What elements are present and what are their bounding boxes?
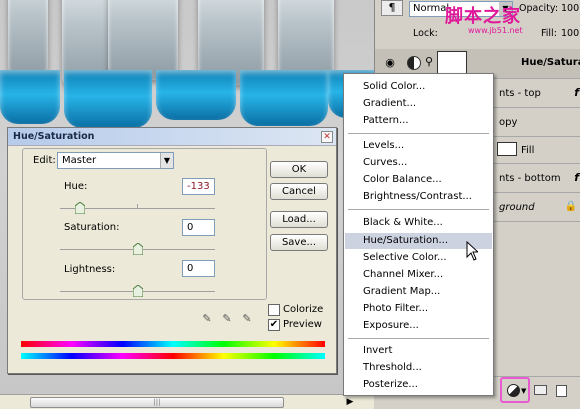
blue-liquid-drip — [0, 70, 60, 124]
blue-liquid-drip — [240, 70, 328, 126]
menu-item-gradient-map[interactable]: Gradient Map... — [345, 284, 492, 300]
colorize-checkbox[interactable] — [268, 304, 280, 316]
menu-item-exposure[interactable]: Exposure... — [345, 318, 492, 334]
menu-item-photo-filter[interactable]: Photo Filter... — [345, 301, 492, 317]
layer-name: Hue/Saturat — [521, 57, 580, 68]
menu-item-gradient[interactable]: Gradient... — [345, 96, 492, 112]
layer-name: opy — [499, 117, 518, 128]
preview-label: Preview — [283, 319, 322, 330]
adjustment-circle-icon — [507, 384, 520, 397]
menu-item-pattern[interactable]: Pattern... — [345, 113, 492, 129]
eyedropper-icon[interactable]: ✎ — [200, 312, 214, 326]
scroll-right-arrow-icon[interactable]: ▶ — [342, 396, 358, 408]
menu-item-curves[interactable]: Curves... — [345, 155, 492, 171]
menu-separator — [348, 338, 489, 339]
cancel-button[interactable]: Cancel — [270, 183, 328, 200]
save-button[interactable]: Save... — [270, 234, 328, 251]
opacity-value[interactable]: 100 — [561, 3, 579, 14]
lightness-slider-thumb[interactable] — [132, 285, 143, 297]
menu-item-solid-color[interactable]: Solid Color... — [345, 79, 492, 95]
hue-input-value: -133 — [187, 181, 210, 192]
opacity-label: Opacity: — [519, 3, 559, 14]
load-button[interactable]: Load... — [270, 211, 328, 228]
chain-icon[interactable]: ⚲ — [425, 55, 433, 68]
fill-label: Fill: — [541, 28, 557, 39]
ok-button[interactable]: OK — [270, 161, 328, 178]
saturation-input[interactable]: 0 — [182, 219, 215, 236]
eye-icon[interactable]: ◉ — [383, 56, 397, 69]
menu-item-levels[interactable]: Levels... — [345, 138, 492, 154]
blue-liquid-drip — [64, 70, 152, 128]
hue-slider-thumb[interactable] — [75, 202, 86, 214]
lightness-input[interactable]: 0 — [182, 260, 215, 277]
saturation-slider-thumb[interactable] — [132, 243, 143, 255]
menu-item-threshold[interactable]: Threshold... — [345, 360, 492, 376]
edit-dropdown-value: Master — [62, 155, 97, 166]
layer-name: ground — [499, 202, 535, 213]
saturation-label: Saturation: — [64, 222, 120, 233]
panel-menu-icon[interactable]: ¶ — [381, 0, 403, 16]
dialog-title: Hue/Saturation — [8, 128, 336, 146]
menu-item-channel-mixer[interactable]: Channel Mixer... — [345, 267, 492, 283]
blue-liquid-drip — [156, 70, 236, 120]
chevron-down-icon: ▼ — [160, 153, 173, 168]
lock-icon: 🔒 — [564, 201, 577, 212]
watermark-url: www.jb51.net — [468, 26, 523, 35]
layer-name: nts - top — [499, 88, 541, 99]
menu-item-posterize[interactable]: Posterize... — [345, 377, 492, 393]
menu-item-invert[interactable]: Invert — [345, 343, 492, 359]
adjustment-layer-menu: Solid Color... Gradient... Pattern... Le… — [343, 73, 494, 396]
close-icon[interactable]: ✕ — [321, 131, 333, 143]
colorize-label: Colorize — [283, 304, 324, 315]
preview-checkbox[interactable]: ✔ — [268, 319, 280, 331]
eyedropper-minus-icon[interactable]: ✎ — [240, 312, 254, 326]
lightness-input-value: 0 — [187, 263, 194, 274]
fx-icon: f — [574, 171, 579, 184]
horizontal-scrollbar[interactable]: ||| ▶ — [0, 394, 374, 409]
edit-dropdown[interactable]: Master ▼ — [57, 152, 174, 169]
hue-center-tick — [137, 204, 138, 208]
saturation-input-value: 0 — [187, 222, 194, 233]
fx-icon: f — [574, 86, 579, 99]
lightness-label: Lightness: — [64, 264, 116, 275]
layer-name: Fill — [521, 145, 535, 156]
hue-input[interactable]: -133 — [182, 178, 215, 195]
hue-spectrum-bar — [21, 341, 325, 347]
menu-item-brightness-contrast[interactable]: Brightness/Contrast... — [345, 189, 492, 205]
menu-item-color-balance[interactable]: Color Balance... — [345, 172, 492, 188]
menu-separator — [348, 133, 489, 134]
blend-mode-value: Normal — [413, 3, 450, 14]
adjustment-layer-icon — [407, 56, 421, 70]
eyedropper-plus-icon[interactable]: ✎ — [220, 312, 234, 326]
menu-item-black-white[interactable]: Black & White... — [345, 215, 492, 231]
scrollbar-thumb[interactable]: ||| — [30, 397, 284, 408]
hue-saturation-dialog: Hue/Saturation ✕ Edit: Master ▼ Hue: -13… — [7, 127, 337, 374]
layers-empty-area — [495, 223, 580, 376]
edit-label: Edit: — [33, 155, 56, 166]
folder-icon[interactable] — [534, 385, 547, 395]
mouse-cursor-icon — [466, 241, 478, 261]
lock-label: Lock: — [413, 28, 438, 39]
new-layer-icon[interactable] — [556, 385, 567, 397]
adjusted-spectrum-bar — [21, 353, 325, 359]
watermark-logo: 脚本之家 — [445, 6, 521, 27]
layer-thumbnail — [497, 142, 517, 156]
fill-value[interactable]: 100 — [561, 28, 579, 39]
chrome-letter-shape — [8, 0, 48, 80]
chrome-letter-shape — [108, 0, 178, 80]
hue-label: Hue: — [64, 181, 88, 192]
layer-name: nts - bottom — [499, 173, 561, 184]
chevron-down-icon: ▼ — [521, 387, 527, 395]
menu-separator — [348, 209, 489, 210]
new-adjustment-layer-button[interactable]: ▼ — [500, 377, 530, 403]
adjustment-group-box — [22, 148, 267, 300]
